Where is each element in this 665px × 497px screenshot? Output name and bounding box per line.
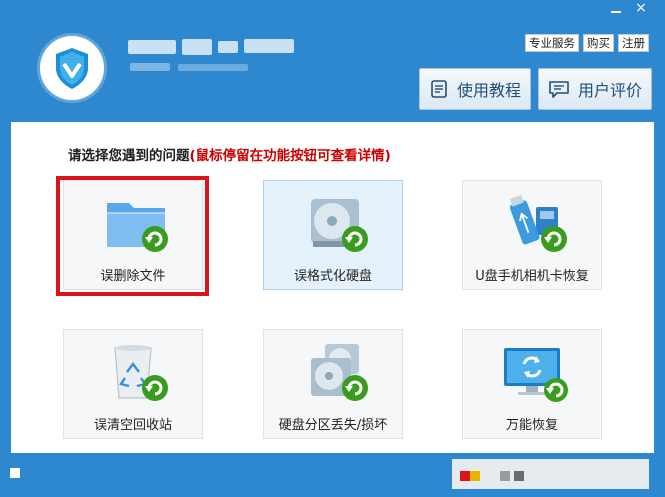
register-link[interactable]: 注册	[618, 34, 649, 52]
card-label: 误格式化硬盘	[293, 269, 372, 284]
card-label: 误清空回收站	[93, 418, 172, 433]
shield-logo-icon	[40, 36, 104, 100]
prompt-question: 请选择您遇到的问题	[68, 148, 190, 164]
monitor-restore-icon	[504, 348, 568, 402]
folder-restore-icon	[107, 203, 168, 252]
content-panel: 请选择您遇到的问题(鼠标停留在功能按钮可查看详情) 误删除文件 误格式化硬盘 U…	[11, 122, 654, 453]
card-universal-recovery[interactable]: 万能恢复	[462, 329, 602, 439]
tutorial-button-label: 使用教程	[456, 81, 521, 100]
disk-format-restore-icon	[311, 199, 368, 252]
bottom-status-area	[452, 459, 649, 489]
user-review-button[interactable]: 用户评价	[538, 68, 652, 110]
app-title-obscured	[128, 37, 303, 77]
buy-link[interactable]: 购买	[583, 34, 614, 52]
card-label: 硬盘分区丢失/损坏	[278, 418, 388, 433]
pro-service-link[interactable]: 专业服务	[525, 34, 579, 52]
card-formatted-disk[interactable]: 误格式化硬盘	[263, 180, 403, 290]
card-label: 万能恢复	[505, 418, 558, 433]
card-label: U盘手机相机卡恢复	[475, 269, 589, 284]
user-review-button-label: 用户评价	[577, 81, 642, 100]
prompt-hint: (鼠标停留在功能按钮可查看详情)	[189, 148, 391, 164]
tutorial-button[interactable]: 使用教程	[419, 68, 531, 110]
card-recycle-bin[interactable]: 误清空回收站	[63, 329, 203, 439]
document-icon	[431, 80, 447, 98]
card-deleted-files[interactable]: 误删除文件	[63, 180, 203, 290]
status-swatch-yellow	[470, 471, 480, 481]
comment-icon	[549, 81, 569, 98]
app-window: × 专业服务 购买 注册 使用教程 用户评价 请选择您遇到的问题(鼠标停留在功能…	[0, 0, 665, 497]
recycle-bin-restore-icon	[114, 345, 168, 401]
prompt-text: 请选择您遇到的问题(鼠标停留在功能按钮可查看详情)	[68, 144, 391, 164]
minimize-button[interactable]	[604, 0, 628, 16]
partition-restore-icon	[311, 344, 368, 401]
status-swatch-dark	[514, 471, 524, 481]
status-swatch-red	[460, 471, 470, 481]
card-partition-recovery[interactable]: 硬盘分区丢失/损坏	[263, 329, 403, 439]
status-swatch-gray	[500, 471, 510, 481]
status-indicator	[10, 468, 20, 478]
top-links: 专业服务 购买 注册	[525, 34, 649, 52]
card-usb-card-recovery[interactable]: U盘手机相机卡恢复	[462, 180, 602, 290]
close-button[interactable]: ×	[629, 0, 653, 16]
usb-card-restore-icon	[509, 194, 567, 252]
card-label: 误删除文件	[100, 269, 166, 284]
